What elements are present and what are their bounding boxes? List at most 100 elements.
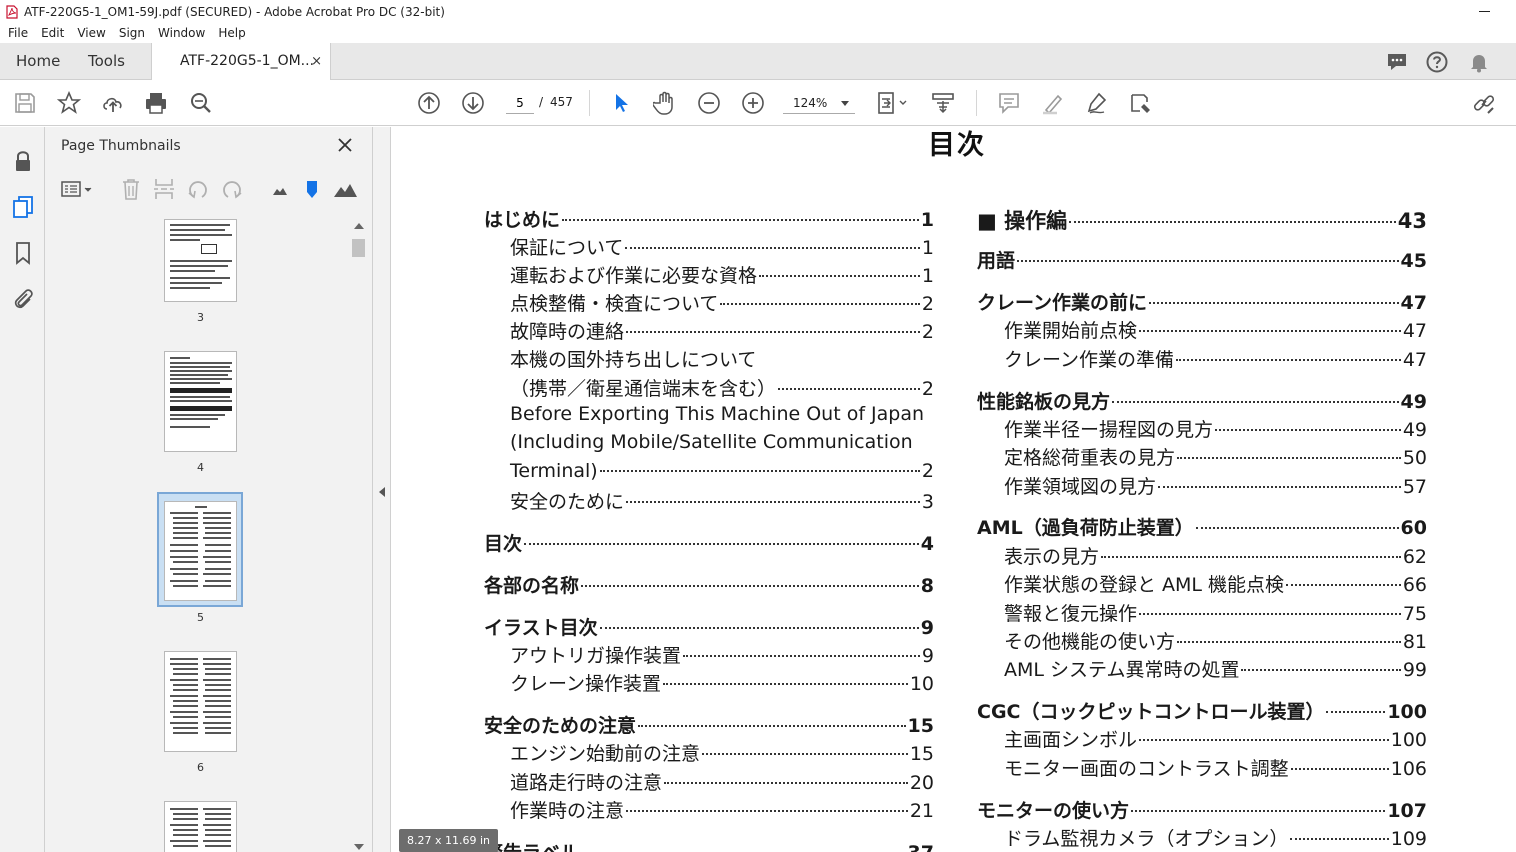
toc-entry[interactable]: 警報と復元操作 75 [1004, 599, 1427, 626]
rotate-clockwise-icon[interactable] [220, 177, 244, 201]
cloud-upload-icon[interactable] [101, 91, 125, 115]
toc-entry[interactable]: 主画面シンボル 100 [1004, 725, 1427, 752]
zoom-out-icon[interactable] [697, 91, 721, 115]
share-link-icon[interactable] [1472, 91, 1496, 115]
panel-collapse-splitter[interactable] [373, 127, 391, 852]
toc-entry[interactable]: 用語 45 [977, 246, 1427, 273]
toc-entry[interactable]: イラスト目次 9 [484, 613, 934, 640]
toc-entry[interactable]: 各部の名称 8 [484, 571, 934, 598]
thumbnail-size-small-icon[interactable] [268, 177, 292, 201]
delete-trash-icon[interactable] [119, 177, 143, 201]
zoom-level-dropdown[interactable]: 124% [783, 92, 855, 114]
rotate-counterclockwise-icon[interactable] [186, 177, 210, 201]
toc-entry[interactable]: モニターの使い方 107 [977, 796, 1427, 823]
thumbnail-size-slider-icon[interactable] [300, 177, 324, 201]
collapse-arrow-icon[interactable] [379, 487, 385, 497]
thumbnail-page-5[interactable] [164, 501, 237, 601]
toc-entry[interactable]: 目次 4 [484, 529, 934, 556]
previous-page-icon[interactable] [417, 91, 441, 115]
toc-entry[interactable]: ■ 操作編 43 [977, 205, 1427, 235]
menu-edit[interactable]: Edit [41, 26, 64, 40]
attachments-paperclip-icon[interactable] [11, 287, 35, 311]
scroll-up-arrow-icon[interactable] [354, 223, 364, 229]
toc-entry[interactable]: クレーン作業の前に 47 [977, 288, 1427, 315]
toc-entry[interactable]: 定格総荷重表の見方 50 [1004, 443, 1427, 470]
thumbnails-scrollbar[interactable] [351, 219, 367, 852]
send-for-signature-icon[interactable] [1129, 91, 1153, 115]
toc-entry[interactable]: AML システム異常時の処置 99 [1004, 655, 1427, 682]
toc-entry[interactable]: Terminal) 2 [510, 460, 934, 482]
toc-entry[interactable]: 作業時の注意 21 [510, 796, 934, 823]
comment-icon[interactable] [1386, 51, 1408, 73]
page-thumbnails-icon[interactable] [11, 195, 35, 219]
notifications-bell-icon[interactable] [1468, 51, 1490, 73]
tab-close-icon[interactable]: × [311, 43, 322, 80]
menu-view[interactable]: View [77, 26, 105, 40]
zoom-search-icon[interactable] [189, 91, 213, 115]
zoom-in-icon[interactable] [741, 91, 765, 115]
toc-entry[interactable]: 保証について 1 [510, 233, 934, 260]
toc-entry[interactable]: アウトリガ操作装置 9 [510, 641, 934, 668]
sign-pen-icon[interactable] [1085, 91, 1109, 115]
bookmark-star-icon[interactable] [56, 90, 82, 115]
options-menu-icon[interactable] [60, 177, 94, 201]
toc-entry[interactable]: 故障時の連絡 2 [510, 317, 934, 344]
toc-entry[interactable]: CGC（コックピットコントロール装置） 100 [977, 697, 1427, 724]
toc-entry[interactable]: モニター画面のコントラスト調整 106 [1004, 754, 1427, 781]
toc-entry[interactable]: 作業状態の登録と AML 機能点検 66 [1004, 570, 1427, 597]
toc-entry[interactable]: AML（過負荷防止装置） 60 [977, 513, 1427, 540]
close-icon[interactable] [335, 135, 355, 155]
tab-document[interactable]: ATF-220G5-1_OM... × [151, 43, 331, 81]
thumbnail-page-7[interactable] [164, 801, 237, 852]
toc-entry[interactable]: 作業開始前点検 47 [1004, 316, 1427, 343]
help-icon[interactable] [1426, 51, 1448, 73]
save-icon[interactable] [13, 91, 37, 115]
toc-entry[interactable]: 警告ラベル 37 [484, 838, 934, 852]
toc-entry[interactable]: 安全のために 3 [510, 487, 934, 514]
toc-entry[interactable]: Before Exporting This Machine Out of Jap… [510, 403, 934, 425]
select-cursor-icon[interactable] [609, 91, 633, 115]
thumbnail-page-3[interactable] [164, 219, 237, 302]
minimize-button[interactable] [1478, 4, 1492, 18]
toc-entry[interactable]: クレーン操作装置 10 [510, 669, 934, 696]
tab-tools[interactable]: Tools [88, 43, 125, 80]
toc-entry[interactable]: 本機の国外持ち出しについて [510, 345, 934, 372]
toc-entry[interactable]: 運転および作業に必要な資格 1 [510, 261, 934, 288]
menu-sign[interactable]: Sign [119, 26, 145, 40]
toc-entry[interactable]: ドラム監視カメラ（オプション） 109 [1004, 824, 1427, 851]
thumbnail-page-4[interactable] [164, 351, 237, 452]
toc-entry[interactable]: その他機能の使い方 81 [1004, 627, 1427, 654]
toc-entry[interactable]: 作業半径ー揚程図の見方 49 [1004, 415, 1427, 442]
page-fit-icon[interactable] [876, 91, 910, 115]
lock-icon[interactable] [11, 149, 35, 173]
add-comment-icon[interactable] [997, 91, 1021, 115]
menu-window[interactable]: Window [158, 26, 205, 40]
menu-help[interactable]: Help [218, 26, 245, 40]
toc-entry[interactable]: 作業領域図の見方 57 [1004, 472, 1427, 499]
toc-entry[interactable]: クレーン作業の準備 47 [1004, 345, 1427, 372]
scroll-mode-icon[interactable] [931, 91, 955, 115]
menu-file[interactable]: File [8, 26, 28, 40]
toc-entry[interactable]: 表示の見方 62 [1004, 542, 1427, 569]
toc-entry[interactable]: はじめに 1 [484, 205, 934, 232]
split-pages-icon[interactable] [152, 177, 176, 201]
toc-entry[interactable]: 性能銘板の見方 49 [977, 387, 1427, 414]
tab-home[interactable]: Home [16, 43, 60, 80]
toc-entry[interactable]: (Including Mobile/Satellite Communicatio… [510, 431, 934, 453]
toc-entry[interactable]: 点検整備・検査について 2 [510, 289, 934, 316]
scrollbar-thumb[interactable] [352, 239, 365, 257]
toc-entry[interactable]: エンジン始動前の注意 15 [510, 739, 934, 766]
toc-entry[interactable]: 安全のための注意 15 [484, 711, 934, 738]
bookmarks-icon[interactable] [11, 241, 35, 265]
page-number-input[interactable] [506, 92, 534, 114]
toc-entry[interactable]: （携帯／衛星通信端末を含む） 2 [510, 374, 934, 401]
hand-tool-icon[interactable] [652, 91, 677, 115]
scroll-down-arrow-icon[interactable] [354, 844, 364, 850]
print-icon[interactable] [144, 91, 168, 115]
toc-entry[interactable]: 道路走行時の注意 20 [510, 768, 934, 795]
document-view[interactable]: 目次 はじめに 1 保証について 1 運転および作業に必要な資格 1 点検整備・検査について… [392, 127, 1516, 852]
thumbnail-size-large-icon[interactable] [333, 177, 357, 201]
highlight-pen-icon[interactable] [1041, 91, 1065, 115]
next-page-icon[interactable] [461, 91, 485, 115]
thumbnail-page-6[interactable] [164, 651, 237, 752]
